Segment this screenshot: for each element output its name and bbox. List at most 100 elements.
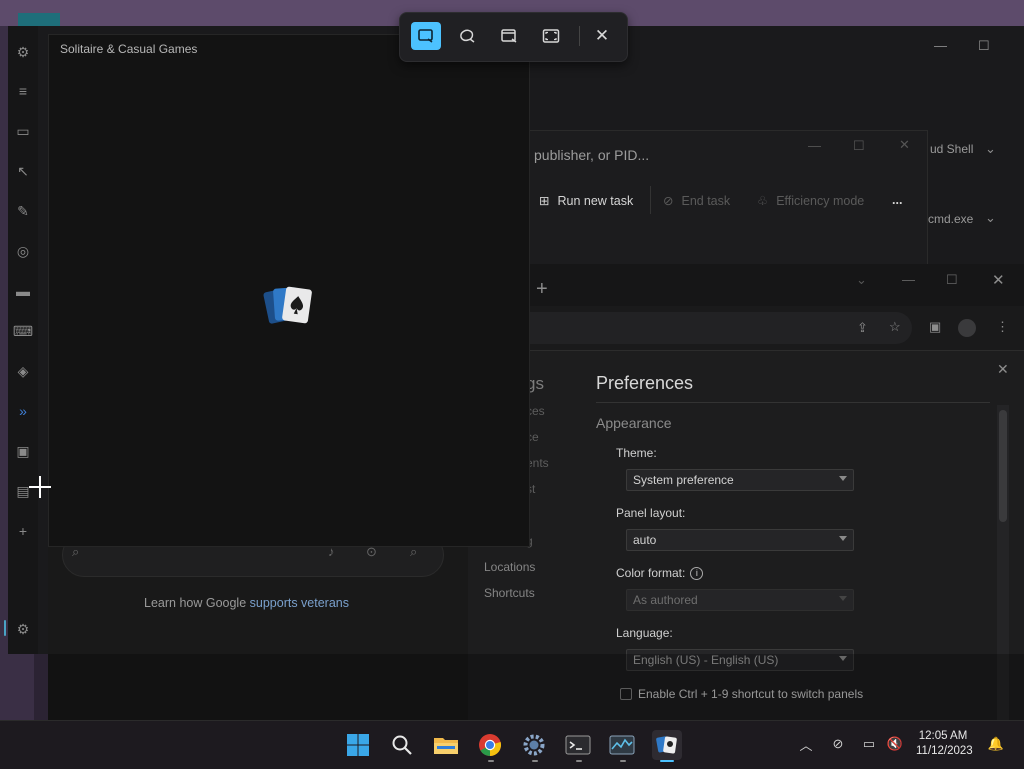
freeform-snip-icon xyxy=(460,29,475,43)
color-format-label: Color format: i xyxy=(616,566,704,580)
theme-select[interactable]: System preference xyxy=(626,469,854,491)
tm-maximize-icon[interactable]: ☐ xyxy=(853,138,865,154)
veterans-link[interactable]: supports veterans xyxy=(250,596,349,610)
cmd-icon[interactable]: ▣ xyxy=(12,441,34,461)
chrome-tab-bar xyxy=(468,264,1024,306)
new-tab-button[interactable]: + xyxy=(536,278,548,301)
address-bar[interactable] xyxy=(468,312,912,344)
sidebar-item-locations[interactable]: Locations xyxy=(484,560,535,574)
chrome-button[interactable] xyxy=(475,730,505,760)
leaf-icon: ♧ xyxy=(757,194,769,208)
chevron-down-icon-2[interactable]: ⌄ xyxy=(985,210,996,226)
select-icon[interactable]: ↖ xyxy=(12,161,34,181)
panel-layout-select[interactable]: auto xyxy=(626,529,854,551)
theme-label: Theme: xyxy=(616,446,657,460)
terminal-tab-cmd[interactable]: cmd.exe xyxy=(928,212,973,226)
efficiency-mode-button[interactable]: ♧ Efficiency mode xyxy=(757,193,864,209)
laptop-icon[interactable]: ▬ xyxy=(12,281,34,301)
maximize-icon[interactable]: ☐ xyxy=(978,38,990,54)
chevron-down-icon xyxy=(839,476,847,481)
task-manager-button[interactable] xyxy=(607,730,637,760)
end-task-button[interactable]: ⊘ End task xyxy=(663,193,730,209)
devtools-close-icon[interactable]: ✕ xyxy=(997,361,1009,378)
file-explorer-icon xyxy=(434,738,458,754)
windows-start-icon xyxy=(347,734,369,756)
close-icon: ✕ xyxy=(594,26,610,45)
layers-icon[interactable]: ◈ xyxy=(12,361,34,381)
taskbar-search-button[interactable] xyxy=(387,730,417,760)
color-format-select[interactable]: As authored xyxy=(626,589,854,611)
menu-icon[interactable]: ≡ xyxy=(12,81,34,101)
start-button[interactable] xyxy=(343,730,373,760)
powershell-icon[interactable]: » xyxy=(12,401,34,421)
desktop-window-sliver xyxy=(18,13,60,26)
keyboard-icon[interactable]: ⌨ xyxy=(12,321,34,341)
bookmark-star-icon[interactable]: ☆ xyxy=(889,319,901,335)
settings-icon[interactable]: ⚙ xyxy=(12,619,34,639)
tm-close-icon[interactable]: ✕ xyxy=(899,137,910,153)
chrome-close-icon[interactable]: ✕ xyxy=(992,271,1005,289)
more-options-button[interactable]: ... xyxy=(892,193,902,207)
solitaire-logo-icon xyxy=(263,286,312,324)
active-indicator xyxy=(4,620,6,636)
fullscreen-snip-button[interactable] xyxy=(536,22,566,50)
solitaire-title: Solitaire & Casual Games xyxy=(60,42,198,56)
tm-minimize-icon[interactable]: — xyxy=(808,138,821,153)
solitaire-active-indicator xyxy=(660,760,674,762)
app-logo-icon: ⚙ xyxy=(16,43,30,60)
crosshair-cursor-icon xyxy=(29,476,51,498)
terminal-button[interactable] xyxy=(563,730,593,760)
info-icon[interactable]: i xyxy=(690,566,704,580)
snip-toolbar-divider xyxy=(579,26,580,46)
solitaire-icon xyxy=(656,736,677,754)
clock-date: 11/12/2023 xyxy=(916,745,973,757)
file-explorer-button[interactable] xyxy=(431,730,461,760)
pen-icon[interactable]: ✎ xyxy=(12,201,34,221)
palette-icon[interactable]: ◎ xyxy=(12,241,34,261)
rectangle-snip-button[interactable] xyxy=(411,22,441,50)
rectangle-tool-icon[interactable]: ▭ xyxy=(12,121,34,141)
preferences-title: Preferences xyxy=(596,373,694,393)
chrome-icon xyxy=(479,734,502,756)
side-panel-icon[interactable]: ▣ xyxy=(929,319,941,335)
language-label: Language: xyxy=(616,626,673,640)
taskbar-clock[interactable]: 12:05 AM 11/12/2023 xyxy=(916,729,973,759)
chrome-minimize-icon[interactable]: — xyxy=(902,272,915,287)
task-manager-running-indicator xyxy=(620,760,626,762)
end-task-icon: ⊘ xyxy=(663,194,674,208)
run-new-task-button[interactable]: ⊞ Run new task xyxy=(539,193,633,209)
freeform-snip-button[interactable] xyxy=(452,22,482,50)
chrome-maximize-icon[interactable]: ☐ xyxy=(946,272,958,288)
sidebar-item-shortcuts[interactable]: Shortcuts xyxy=(484,586,535,600)
profile-avatar[interactable] xyxy=(958,319,976,337)
terminal-running-indicator xyxy=(576,760,582,762)
window-snip-button[interactable] xyxy=(494,22,524,50)
display-icon[interactable]: ▭ xyxy=(860,735,878,753)
dim-overlay xyxy=(34,654,1024,720)
search-icon xyxy=(392,735,412,755)
run-task-icon: ⊞ xyxy=(539,194,550,208)
kebab-menu-icon[interactable]: ⋮ xyxy=(996,319,1009,335)
notification-bell-icon[interactable]: 🔔 xyxy=(987,735,1005,753)
tab-search-icon[interactable]: ⌄ xyxy=(856,272,867,288)
snip-close-button[interactable]: ✕ xyxy=(587,22,617,50)
clock-time: 12:05 AM xyxy=(918,730,968,742)
chrome-running-indicator xyxy=(488,760,494,762)
solitaire-taskbar-button[interactable] xyxy=(652,730,682,760)
share-icon[interactable]: ⇪ xyxy=(857,320,868,336)
network-disconnected-icon[interactable]: ⊘ xyxy=(829,735,847,753)
volume-muted-icon[interactable]: 🔇 xyxy=(886,735,904,753)
appearance-heading: Appearance xyxy=(596,415,672,431)
chevron-up-icon[interactable]: ︿ xyxy=(797,735,815,753)
terminal-tab-cloud-shell[interactable]: ud Shell xyxy=(930,142,973,156)
google-footer: Learn how Google supports veterans xyxy=(144,596,349,610)
minimize-icon[interactable]: — xyxy=(934,38,947,53)
add-icon[interactable]: + xyxy=(12,521,34,541)
terminal-icon xyxy=(565,735,591,755)
chevron-down-icon[interactable]: ⌄ xyxy=(985,141,996,157)
settings-button[interactable] xyxy=(519,730,549,760)
devtools-scrollbar-thumb[interactable] xyxy=(999,410,1007,522)
task-manager-search[interactable]: publisher, or PID... xyxy=(534,147,649,163)
settings-gear-icon xyxy=(523,734,545,756)
chevron-down-icon xyxy=(839,536,847,541)
